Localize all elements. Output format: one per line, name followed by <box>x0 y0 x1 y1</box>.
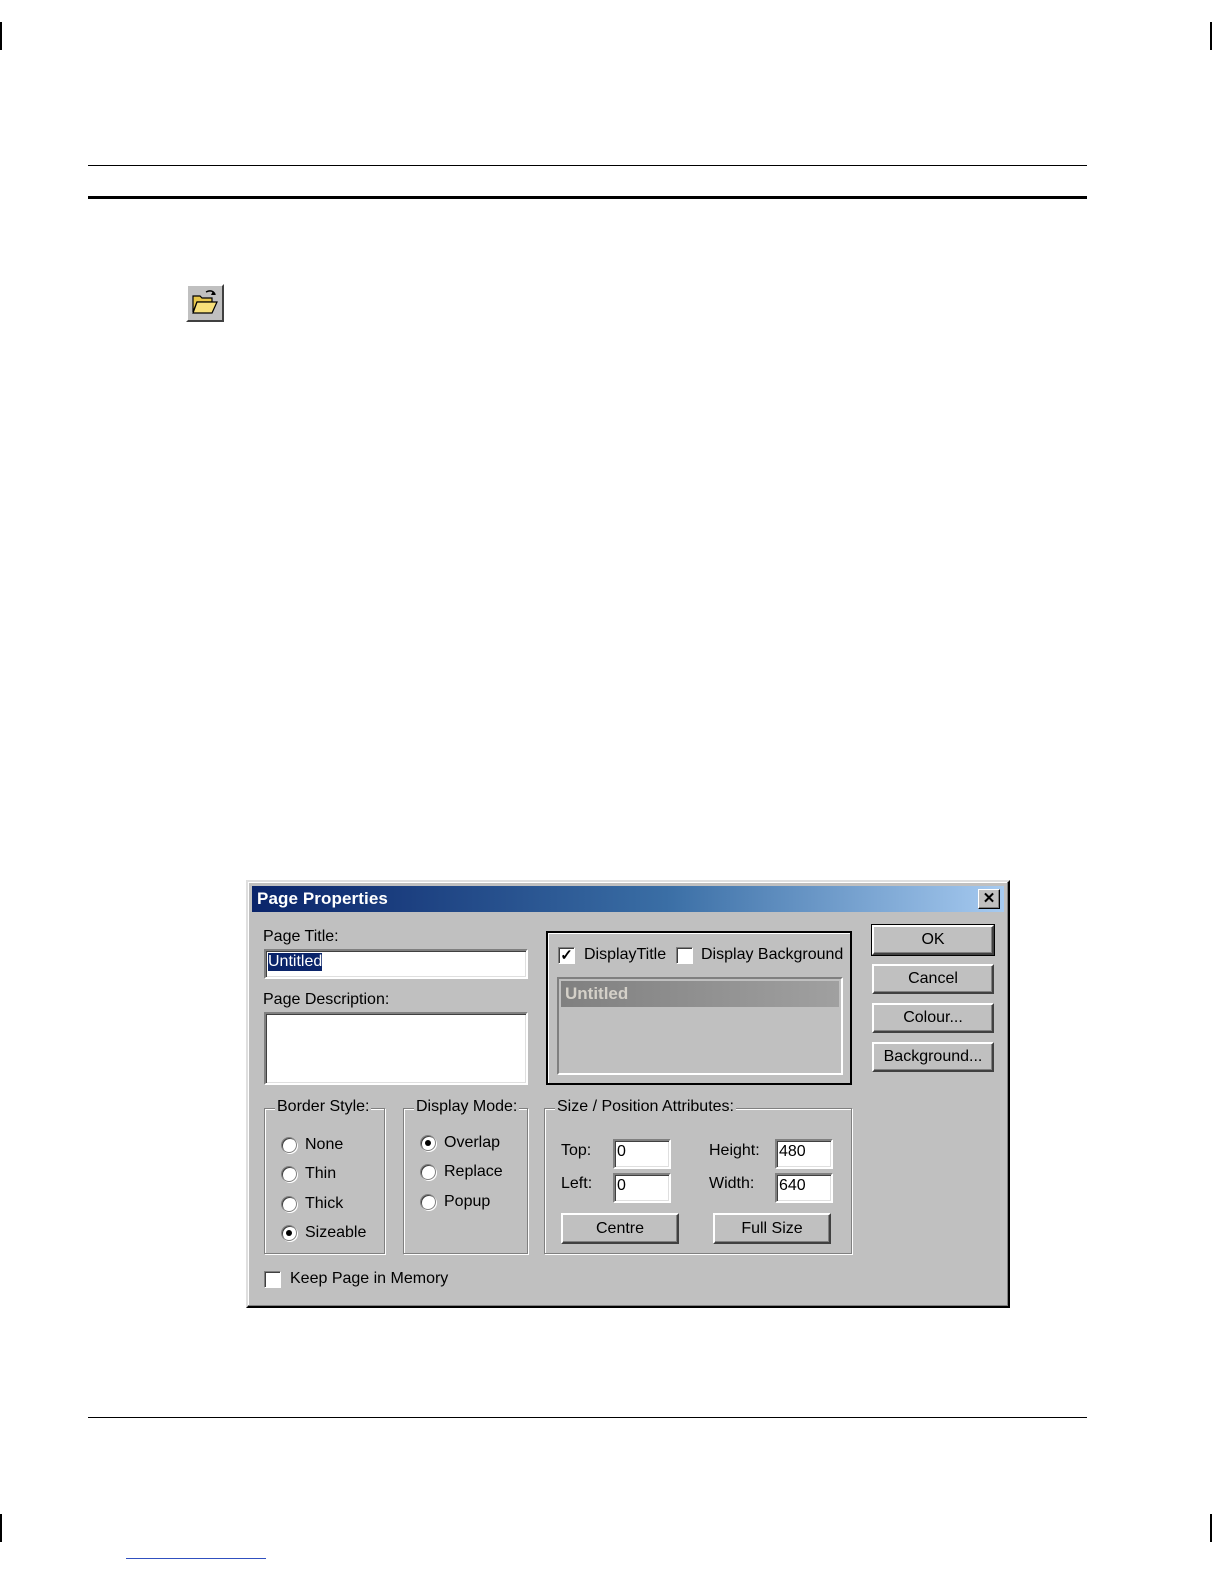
border-style-legend: Border Style: <box>275 1098 372 1116</box>
border-none-label: None <box>305 1136 344 1153</box>
mode-overlap-label: Overlap <box>444 1134 501 1151</box>
header-rule-thin <box>88 165 1087 166</box>
crop-mark-bottom-right <box>1210 1514 1212 1542</box>
ok-button[interactable]: OK <box>871 924 995 956</box>
background-button[interactable]: Background... <box>872 1042 994 1072</box>
left-value: 0 <box>617 1177 626 1194</box>
centre-button[interactable]: Centre <box>561 1213 679 1244</box>
cancel-button[interactable]: Cancel <box>872 964 994 994</box>
display-title-checkmark: ✓ <box>560 947 573 964</box>
top-value: 0 <box>617 1143 626 1160</box>
full-size-button[interactable]: Full Size <box>713 1213 831 1244</box>
width-label: Width: <box>709 1175 755 1192</box>
display-mode-legend: Display Mode: <box>414 1098 520 1116</box>
page-title-input[interactable]: Untitled <box>264 949 528 979</box>
border-sizeable-label: Sizeable <box>305 1224 367 1241</box>
crop-mark-top-left <box>0 22 2 50</box>
top-input[interactable]: 0 <box>613 1139 671 1169</box>
folder-open-icon[interactable] <box>186 284 224 322</box>
keep-in-memory-checkbox[interactable] <box>264 1271 281 1288</box>
left-label: Left: <box>561 1175 593 1192</box>
footer-rule <box>88 1417 1087 1418</box>
close-button[interactable]: ✕ <box>978 889 1000 909</box>
top-label: Top: <box>561 1142 592 1159</box>
size-position-group: Size / Position Attributes: Top: 0 Left:… <box>544 1098 852 1254</box>
crop-mark-top-right <box>1210 22 1212 50</box>
border-thick-radio[interactable] <box>281 1196 297 1212</box>
border-thick-label: Thick <box>305 1195 344 1212</box>
mode-overlap-radio[interactable] <box>420 1135 436 1151</box>
preview-window: Untitled <box>557 977 843 1075</box>
keep-in-memory-label: Keep Page in Memory <box>290 1270 449 1287</box>
footer-link-underline <box>126 1558 266 1559</box>
dialog-titlebar[interactable]: Page Properties ✕ <box>252 886 1004 912</box>
height-value: 480 <box>779 1143 806 1160</box>
size-position-legend: Size / Position Attributes: <box>555 1098 736 1116</box>
mode-replace-label: Replace <box>444 1163 503 1180</box>
preview-panel: ✓ DisplayTitle Display Background Untitl… <box>546 931 852 1085</box>
border-thin-label: Thin <box>305 1165 337 1182</box>
mode-popup-radio[interactable] <box>420 1194 436 1210</box>
dialog-title: Page Properties <box>257 889 388 908</box>
display-background-label: Display Background <box>701 946 844 963</box>
page-title-value: Untitled <box>268 953 323 971</box>
mode-replace-radio[interactable] <box>420 1164 436 1180</box>
border-style-group: Border Style: None Thin Thick Sizeable <box>264 1098 385 1254</box>
mode-popup-label: Popup <box>444 1193 491 1210</box>
page-description-input[interactable] <box>264 1012 528 1085</box>
page-description-label: Page Description: <box>263 991 390 1008</box>
border-thin-radio[interactable] <box>281 1166 297 1182</box>
header-rule-thick <box>88 196 1087 199</box>
border-none-radio[interactable] <box>281 1137 297 1153</box>
preview-title-bar: Untitled <box>561 981 839 1007</box>
page-properties-dialog: Page Properties ✕ Page Title: Untitled P… <box>246 880 1010 1308</box>
width-value: 640 <box>779 1177 806 1194</box>
display-title-label: DisplayTitle <box>584 946 667 963</box>
height-label: Height: <box>709 1142 760 1159</box>
display-title-checkbox[interactable]: ✓ <box>558 947 575 964</box>
display-background-checkbox[interactable] <box>676 947 693 964</box>
left-input[interactable]: 0 <box>613 1173 671 1203</box>
close-icon: ✕ <box>982 890 996 907</box>
width-input[interactable]: 640 <box>775 1173 833 1203</box>
colour-button[interactable]: Colour... <box>872 1003 994 1033</box>
display-mode-group: Display Mode: Overlap Replace Popup <box>403 1098 528 1254</box>
crop-mark-bottom-left <box>0 1514 2 1542</box>
border-sizeable-radio[interactable] <box>281 1225 297 1241</box>
height-input[interactable]: 480 <box>775 1139 833 1169</box>
page-title-label: Page Title: <box>263 928 339 945</box>
